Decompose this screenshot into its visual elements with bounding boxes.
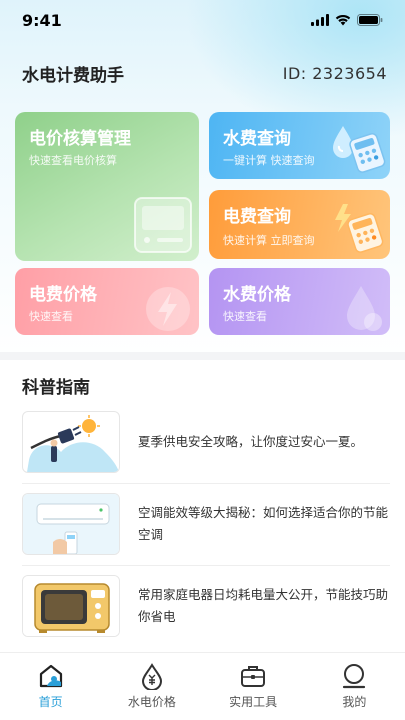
article-item[interactable]: 常用家庭电器日均耗电量大公开，节能技巧助你省电 bbox=[22, 572, 390, 640]
article-thumbnail-appliance bbox=[22, 575, 120, 637]
toolbox-icon bbox=[241, 666, 266, 687]
card-subtitle: 一键计算 快速查询 bbox=[223, 154, 315, 167]
header: 水电计费助手 ID: 2323654 bbox=[22, 58, 387, 88]
electricity-calculator-icon bbox=[335, 204, 384, 253]
tab-home[interactable]: 首页 bbox=[0, 653, 101, 720]
profile-icon bbox=[343, 664, 366, 689]
battery-icon bbox=[357, 14, 383, 26]
article-title: 空调能效等级大揭秘：如何选择适合你的节能空调 bbox=[138, 505, 389, 542]
app-title: 水电计费助手 bbox=[22, 65, 124, 86]
tab-water-electricity-price[interactable]: 水电价格 bbox=[101, 653, 202, 720]
guide-section-title: 科普指南 bbox=[22, 378, 90, 398]
section-divider bbox=[0, 352, 405, 360]
article-item[interactable]: 夏季供电安全攻略，让你度过安心一夏。 bbox=[22, 408, 390, 476]
article-thumbnail-summary-safety bbox=[22, 411, 120, 473]
tab-label: 实用工具 bbox=[229, 695, 278, 709]
tab-label: 首页 bbox=[38, 695, 63, 709]
electricity-management-card[interactable]: 电价核算管理 快速查看电价核算 bbox=[15, 112, 199, 261]
water-query-card[interactable]: 水费查询 一键计算 快速查询 bbox=[209, 112, 390, 179]
list-separator bbox=[22, 565, 390, 566]
power-plug-icon bbox=[27, 415, 119, 472]
tab-label: 我的 bbox=[342, 695, 367, 709]
card-subtitle: 快速计算 立即查询 bbox=[223, 234, 315, 247]
microwave-icon bbox=[23, 576, 119, 636]
wifi-icon bbox=[335, 14, 351, 26]
water-drop-icon bbox=[347, 286, 382, 331]
status-bar: 9:41 bbox=[0, 0, 405, 40]
card-title: 电费价格 bbox=[29, 285, 97, 305]
tab-label: 水电价格 bbox=[127, 695, 176, 709]
card-title: 电价核算管理 bbox=[29, 129, 131, 149]
signal-icon bbox=[311, 14, 329, 26]
card-title: 水费查询 bbox=[223, 129, 291, 149]
water-calculator-icon bbox=[333, 126, 386, 173]
tab-tools[interactable]: 实用工具 bbox=[203, 653, 304, 720]
tab-profile[interactable]: 我的 bbox=[304, 653, 405, 720]
status-icons bbox=[311, 14, 383, 26]
water-price-card[interactable]: 水费价格 快速查看 bbox=[209, 268, 390, 335]
card-title: 水费价格 bbox=[223, 285, 291, 305]
lightning-icon bbox=[146, 287, 190, 331]
article-title: 夏季供电安全攻略，让你度过安心一夏。 bbox=[138, 434, 364, 449]
card-subtitle: 快速查看 bbox=[29, 310, 73, 323]
water-price-icon bbox=[141, 663, 162, 690]
card-subtitle: 快速查看 bbox=[223, 310, 267, 323]
user-id: ID: 2323654 bbox=[282, 63, 387, 83]
status-time: 9:41 bbox=[22, 10, 62, 30]
article-thumbnail-air-conditioner bbox=[22, 493, 120, 555]
electric-meter-icon bbox=[134, 197, 192, 253]
card-title: 电费查询 bbox=[223, 207, 291, 227]
home-icon bbox=[39, 664, 62, 688]
card-subtitle: 快速查看电价核算 bbox=[29, 154, 117, 167]
article-item[interactable]: 空调能效等级大揭秘：如何选择适合你的节能空调 bbox=[22, 490, 390, 558]
electricity-query-card[interactable]: 电费查询 快速计算 立即查询 bbox=[209, 190, 390, 259]
list-separator bbox=[22, 483, 390, 484]
article-title: 常用家庭电器日均耗电量大公开，节能技巧助你省电 bbox=[138, 587, 389, 624]
air-conditioner-icon bbox=[23, 494, 119, 554]
electricity-price-card[interactable]: 电费价格 快速查看 bbox=[15, 268, 199, 335]
bottom-tab-bar: 首页 水电价格 实用工具 我的 bbox=[0, 652, 405, 720]
